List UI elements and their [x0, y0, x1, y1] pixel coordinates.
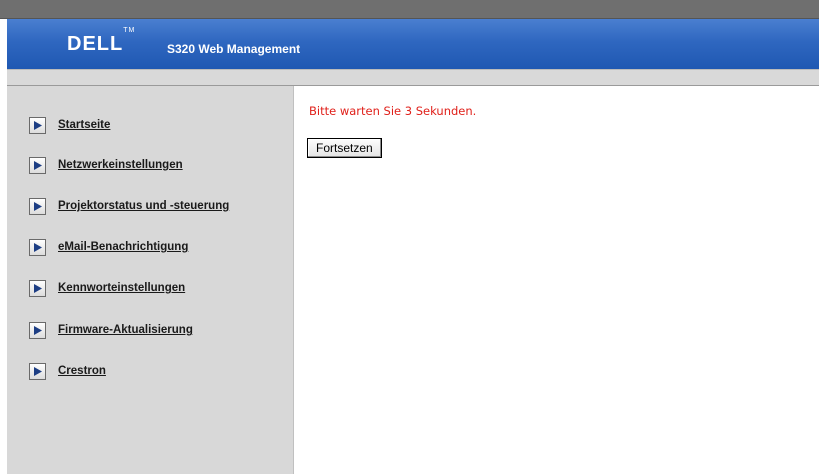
sidebar-item-label[interactable]: Crestron	[58, 365, 106, 377]
sidebar-item-label[interactable]: Startseite	[58, 119, 110, 131]
sidebar-item-projektorstatus[interactable]: Projektorstatus und -steuerung	[29, 196, 229, 216]
main-content: Bitte warten Sie 3 Sekunden. Fortsetzen	[295, 86, 819, 474]
arrow-right-icon[interactable]	[29, 362, 46, 380]
sidebar-item-kennworteinstellungen[interactable]: Kennworteinstellungen	[29, 278, 185, 298]
sidebar-item-crestron[interactable]: Crestron	[29, 361, 106, 381]
sidebar-item-firmware-aktualisierung[interactable]: Firmware-Aktualisierung	[29, 320, 193, 340]
sidebar-item-netzwerkeinstellungen[interactable]: Netzwerkeinstellungen	[29, 155, 183, 175]
arrow-right-icon[interactable]	[29, 321, 46, 339]
sidebar-item-label[interactable]: Netzwerkeinstellungen	[58, 159, 183, 171]
continue-button[interactable]: Fortsetzen	[307, 138, 382, 158]
sidebar-item-label[interactable]: Projektorstatus und -steuerung	[58, 200, 229, 212]
sidebar-item-label[interactable]: eMail-Benachrichtigung	[58, 241, 188, 253]
sidebar-item-label[interactable]: Kennworteinstellungen	[58, 282, 185, 294]
sidebar-item-email-benachrichtigung[interactable]: eMail-Benachrichtigung	[29, 237, 188, 257]
arrow-right-icon[interactable]	[29, 279, 46, 297]
page: DELLTM S320 Web Management Startseite Ne…	[0, 0, 819, 474]
dell-logo: DELLTM	[67, 27, 136, 55]
sidebar: Startseite Netzwerkeinstellungen Projekt…	[7, 86, 294, 474]
header-banner: DELLTM S320 Web Management	[7, 19, 819, 69]
sidebar-item-label[interactable]: Firmware-Aktualisierung	[58, 324, 193, 336]
arrow-right-icon[interactable]	[29, 197, 46, 215]
arrow-right-icon[interactable]	[29, 156, 46, 174]
arrow-right-icon[interactable]	[29, 116, 46, 134]
arrow-right-icon[interactable]	[29, 238, 46, 256]
sidebar-item-startseite[interactable]: Startseite	[29, 115, 110, 135]
top-strip	[0, 0, 819, 19]
wait-message: Bitte warten Sie 3 Sekunden.	[309, 104, 477, 118]
header-subbar	[7, 69, 819, 86]
page-title: S320 Web Management	[167, 42, 301, 56]
